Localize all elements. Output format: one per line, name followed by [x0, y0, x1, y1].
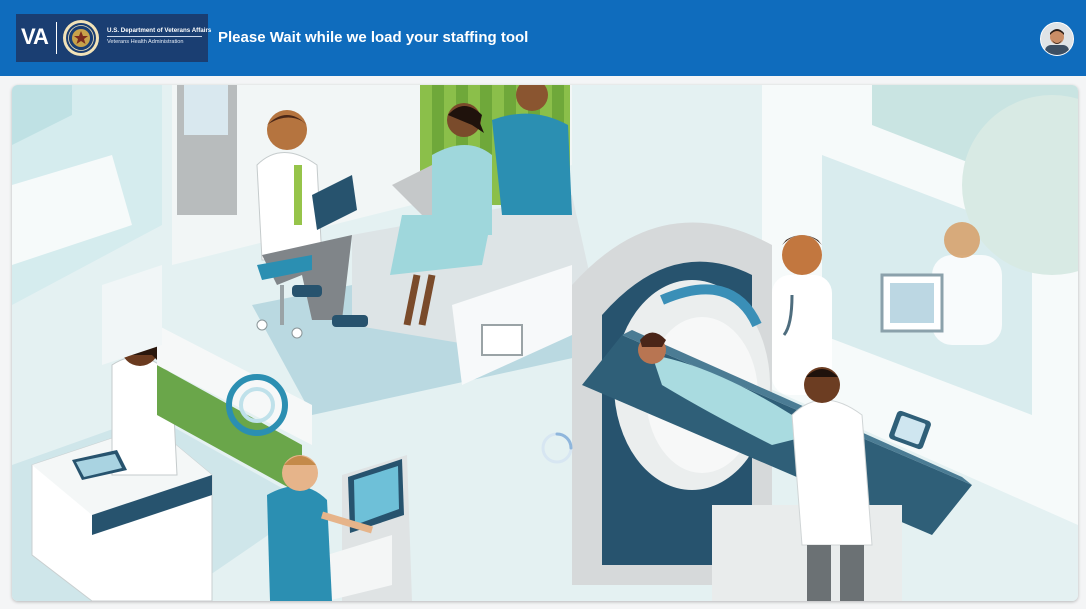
logo-divider — [56, 22, 57, 54]
page-title: Please Wait while we load your staffing … — [218, 29, 529, 46]
user-avatar[interactable] — [1040, 22, 1074, 56]
logo-department-text: U.S. Department of Veterans Affairs — [107, 27, 212, 34]
kiosk-patient — [267, 486, 332, 601]
standing-visitor — [492, 113, 572, 215]
hospital-scene-illustration — [12, 85, 1078, 601]
logo-administration-text: Veterans Health Administration — [107, 39, 184, 45]
va-logo-abbr: VA — [21, 24, 49, 49]
user-avatar-icon — [1041, 23, 1073, 55]
loading-panel — [12, 85, 1078, 601]
top-header-bar: VA U.S. Department of Veterans Affairs V… — [0, 0, 1086, 76]
loading-spinner-icon — [541, 432, 573, 464]
doctor-with-tablet — [791, 399, 873, 546]
va-seal-icon — [63, 20, 99, 56]
logo-rule — [107, 36, 202, 37]
va-logo[interactable]: VA U.S. Department of Veterans Affairs V… — [16, 14, 212, 62]
